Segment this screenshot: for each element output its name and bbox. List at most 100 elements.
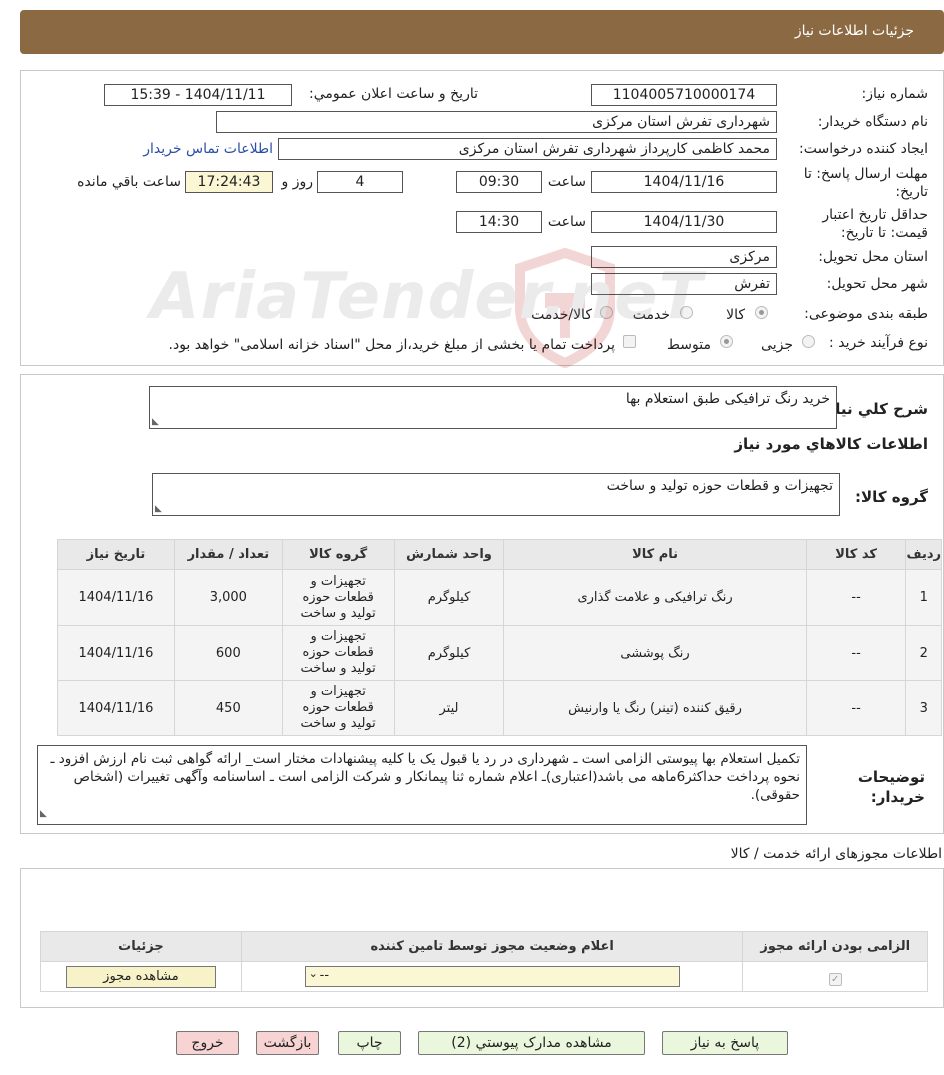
requester-field[interactable]: محمد کاظمی کارپرداز شهرداری تفرش استان م…	[278, 138, 777, 160]
permits-table-header: الزامی بودن ارائه مجوز اعلام وضعیت مجوز …	[40, 931, 928, 962]
exit-button[interactable]: خروج	[176, 1031, 239, 1055]
city-field[interactable]: تفرش	[591, 273, 777, 295]
resize-grip-icon[interactable]: ◢	[40, 805, 47, 823]
deadline-time-label: ساعت	[547, 174, 586, 190]
days-field[interactable]: 4	[317, 171, 403, 193]
back-button[interactable]: بازگشت	[256, 1031, 319, 1055]
treasury-checkbox[interactable]	[623, 335, 636, 348]
process-medium-label: متوسط	[667, 337, 711, 353]
col-row: رديف	[905, 539, 942, 570]
process-label: نوع فرآیند خرید :	[829, 335, 928, 351]
permit-details-cell: مشاهده مجوز	[40, 961, 242, 992]
cell-date: 1404/11/16	[57, 625, 175, 681]
col-unit: واحد شمارش	[393, 539, 505, 570]
cell-qty: 600	[173, 625, 283, 681]
goods-group-field[interactable]: تجهیزات و قطعات حوزه تولید و ساخت ◢	[152, 473, 840, 516]
remaining-time-field: 17:24:43	[185, 171, 273, 193]
cell-unit: لیتر	[393, 680, 505, 736]
cell-date: 1404/11/16	[57, 680, 175, 736]
summary-panel: شرح کلي نياز: خرید رنگ ترافیکی طبق استعل…	[20, 374, 944, 834]
col-permit-required: الزامی بودن ارائه مجوز	[742, 931, 928, 962]
buyer-org-field[interactable]: شهرداری تفرش استان مرکزی	[216, 111, 777, 133]
permit-status-select[interactable]: -- ⌄	[304, 966, 680, 987]
permits-panel: الزامی بودن ارائه مجوز اعلام وضعیت مجوز …	[20, 868, 944, 1008]
validity-time-field[interactable]: 14:30	[456, 211, 542, 233]
cell-group: تجهیزات و قطعات حوزه تولید و ساخت	[281, 625, 395, 681]
table-row: ✓ -- ⌄ مشاهده مجوز	[40, 961, 928, 992]
cell-row: 3	[905, 680, 942, 736]
table-row: 2 -- رنگ پوششی کیلوگرم تجهیزات و قطعات ح…	[57, 625, 942, 681]
col-permit-status: اعلام وضعیت مجوز توسط تامین کننده	[240, 931, 744, 962]
col-code: کد کالا	[805, 539, 907, 570]
cell-row: 1	[905, 569, 942, 626]
permit-status-value: --	[319, 968, 330, 983]
cell-date: 1404/11/16	[57, 569, 175, 626]
permits-title: اطلاعات مجوزهای ارائه خدمت / کالا	[730, 846, 942, 862]
view-permit-button[interactable]: مشاهده مجوز	[65, 965, 216, 988]
province-field[interactable]: مرکزی	[591, 246, 777, 268]
col-qty: تعداد / مقدار	[173, 539, 283, 570]
table-row: 3 -- رقیق کننده (تینر) رنگ یا وارنیش لیت…	[57, 680, 942, 736]
chevron-down-icon: ⌄	[308, 967, 318, 980]
need-number-field[interactable]: 1104005710000174	[591, 84, 777, 106]
view-attachments-button[interactable]: مشاهده مدارک پيوستي (2)	[418, 1031, 645, 1055]
print-button[interactable]: چاپ	[338, 1031, 401, 1055]
table-row: 1 -- رنگ ترافیکی و علامت گذاری کیلوگرم ت…	[57, 569, 942, 626]
buyer-contact-link[interactable]: اطلاعات تماس خريدار	[143, 141, 273, 157]
process-small-radio[interactable]	[802, 335, 815, 348]
deadline-time-field[interactable]: 09:30	[456, 171, 542, 193]
buyer-notes-field[interactable]: تکمیل استعلام بها پیوستی الزامی است ـ شه…	[37, 745, 807, 825]
cell-unit: کیلوگرم	[393, 569, 505, 626]
cell-group: تجهیزات و قطعات حوزه تولید و ساخت	[281, 569, 395, 626]
category-goods-radio[interactable]	[755, 306, 768, 319]
cell-name: رقیق کننده (تینر) رنگ یا وارنیش	[503, 680, 807, 736]
col-date: تاریخ نیاز	[57, 539, 175, 570]
validity-date-field[interactable]: 1404/11/30	[591, 211, 777, 233]
permits-table: الزامی بودن ارائه مجوز اعلام وضعیت مجوز …	[40, 931, 928, 992]
summary-field[interactable]: خرید رنگ ترافیکی طبق استعلام بها ◢	[149, 386, 837, 429]
resize-grip-icon[interactable]: ◢	[152, 417, 159, 427]
goods-table-header: رديف کد کالا نام کالا واحد شمارش گروه کا…	[57, 539, 942, 570]
process-medium-radio[interactable]	[720, 335, 733, 348]
page-title: جزئیات اطلاعات نیاز	[794, 23, 914, 39]
cell-row: 2	[905, 625, 942, 681]
goods-table: رديف کد کالا نام کالا واحد شمارش گروه کا…	[57, 539, 942, 736]
page-header: جزئیات اطلاعات نیاز	[20, 10, 944, 54]
permit-status-cell: -- ⌄	[240, 961, 744, 992]
need-details-panel: شماره نیاز: 1104005710000174 تاریخ و ساع…	[20, 70, 944, 366]
cell-code: --	[805, 680, 907, 736]
resize-grip-icon[interactable]: ◢	[155, 504, 162, 514]
validity-label: حداقل تاریخ اعتبار قیمت: تا تاریخ:	[822, 207, 928, 241]
permit-required-checkbox: ✓	[828, 973, 842, 986]
category-both-label: کالا/خدمت	[531, 307, 592, 323]
days-label: روز و	[281, 174, 314, 190]
category-service-label: خدمت	[632, 307, 670, 323]
need-number-label: شماره نیاز:	[861, 86, 929, 102]
goods-group-text: تجهیزات و قطعات حوزه تولید و ساخت	[606, 478, 833, 494]
announce-label: تاریخ و ساعت اعلان عمومي:	[309, 86, 478, 102]
reply-button[interactable]: پاسخ به نياز	[662, 1031, 788, 1055]
deadline-date-field[interactable]: 1404/11/16	[591, 171, 777, 193]
cell-name: رنگ پوششی	[503, 625, 807, 681]
category-service-radio[interactable]	[680, 306, 693, 319]
process-small-label: جزیی	[761, 337, 793, 353]
deadline-label: مهلت ارسال پاسخ: تا تاریخ:	[803, 166, 928, 200]
cell-name: رنگ ترافیکی و علامت گذاری	[503, 569, 807, 626]
validity-time-label: ساعت	[547, 214, 586, 230]
announce-datetime-field[interactable]: 1404/11/11 - 15:39	[104, 84, 292, 106]
summary-text: خرید رنگ ترافیکی طبق استعلام بها	[625, 391, 830, 407]
cell-code: --	[805, 569, 907, 626]
remaining-label: ساعت باقي مانده	[77, 174, 181, 190]
category-both-radio[interactable]	[600, 306, 613, 319]
buyer-notes-label: توضيحات خريدار:	[857, 768, 925, 806]
treasury-note: پرداخت تمام یا بخشی از مبلغ خرید،از محل …	[168, 337, 615, 353]
goods-info-title: اطلاعات کالاهاي مورد نياز	[734, 435, 928, 453]
col-permit-details: جزئیات	[40, 931, 242, 962]
col-group: گروه کالا	[281, 539, 395, 570]
province-label: استان محل تحويل:	[818, 249, 928, 265]
col-name: نام کالا	[503, 539, 807, 570]
cell-code: --	[805, 625, 907, 681]
requester-label: ايجاد کننده درخواست:	[799, 141, 928, 157]
cell-qty: 3,000	[173, 569, 283, 626]
category-label: طبقه بندی موضوعی:	[804, 306, 928, 322]
